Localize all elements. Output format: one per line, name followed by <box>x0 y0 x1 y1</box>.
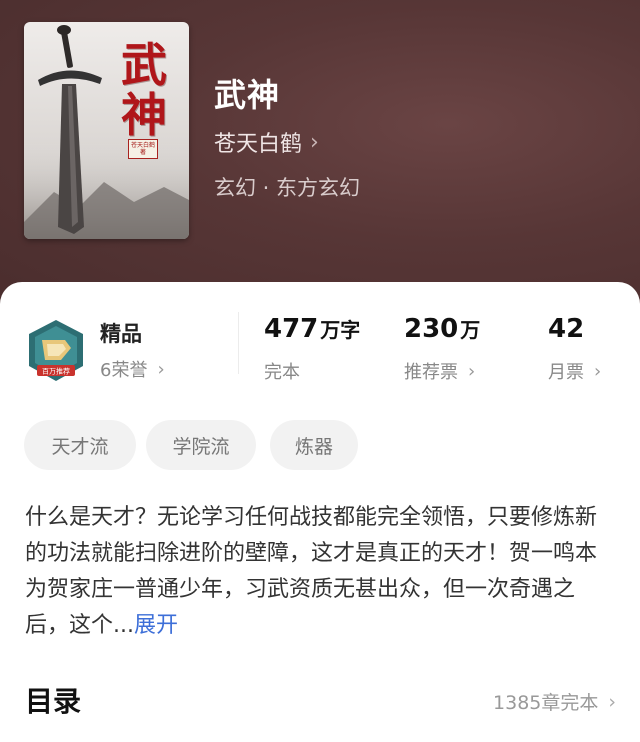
toc-link[interactable]: 1385章完本 › <box>493 688 616 715</box>
synopsis-text: 什么是天才？无论学习任何战技都能完全领悟，只要修炼新的功法就能扫除进阶的壁障，这… <box>25 505 598 638</box>
chevron-right-icon: › <box>608 690 616 713</box>
badge-ribbon-text: 百万推荐 <box>42 367 70 376</box>
chevron-right-icon: › <box>157 358 165 380</box>
recommend-votes-link[interactable]: 推荐票 › <box>404 358 475 384</box>
expand-synopsis-link[interactable]: 展开 <box>134 613 178 638</box>
chevron-right-icon: › <box>310 129 319 155</box>
book-genre: 玄幻 · 东方玄幻 <box>214 176 361 200</box>
toc-heading: 目录 <box>25 685 82 718</box>
book-title: 武神 <box>214 76 281 114</box>
monthly-votes-value: 42 <box>548 314 585 344</box>
tag-chip[interactable]: 炼器 <box>270 420 358 470</box>
author-name: 苍天白鹤 <box>214 132 303 157</box>
chevron-right-icon: › <box>468 360 476 382</box>
tag-chip[interactable]: 学院流 <box>146 420 256 470</box>
stats-divider <box>238 312 239 374</box>
recommend-votes-value: 230 万 <box>404 314 481 344</box>
cover-author-tag: 苍天白鹤著 <box>128 139 158 159</box>
chevron-right-icon: › <box>594 360 602 382</box>
honors-count: 6荣誉 <box>100 360 148 381</box>
quality-grade: 精品 <box>100 322 142 346</box>
monthly-votes-link[interactable]: 月票 › <box>548 358 601 384</box>
completion-status: 完本 <box>264 362 300 383</box>
honors-link[interactable]: 6荣誉 › <box>100 356 165 382</box>
word-count-value: 477 万字 <box>264 314 361 344</box>
author-link[interactable]: 苍天白鹤 › <box>214 126 319 158</box>
chapter-count: 1385章完本 <box>493 692 599 714</box>
book-synopsis: 什么是天才？无论学习任何战技都能完全领悟，只要修炼新的功法就能扫除进阶的壁障，这… <box>25 500 605 644</box>
cover-title: 武神 <box>121 38 167 142</box>
book-cover[interactable]: 武神 苍天白鹤著 <box>24 22 189 239</box>
tag-chip[interactable]: 天才流 <box>24 420 136 470</box>
shield-badge-icon[interactable]: 百万推荐 <box>25 318 87 384</box>
